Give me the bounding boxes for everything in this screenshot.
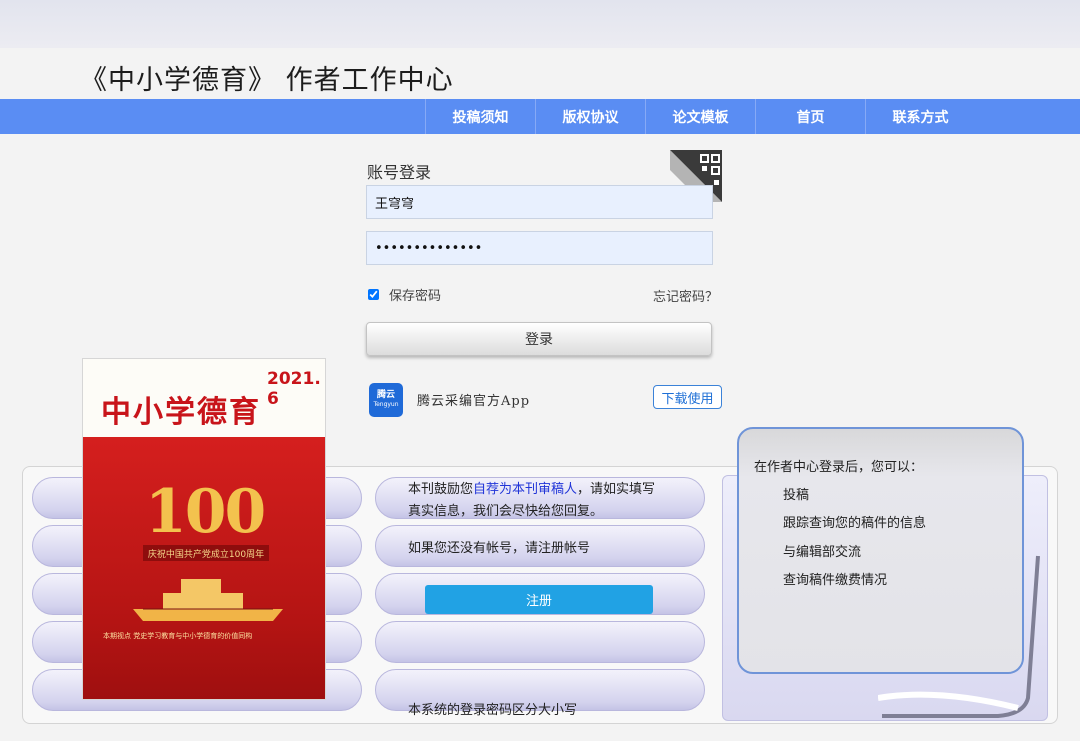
app-name: 腾云采编官方App [417,394,531,409]
nav-paper-template[interactable]: 论文模板 [645,99,755,134]
red-boat-icon [133,579,283,621]
login-heading: 账号登录 [367,163,432,182]
nav-bar: 投稿须知 版权协议 论文模板 首页 联系方式 [0,99,1080,134]
site-title: 《中小学德育》 作者工作中心 [80,65,454,96]
cover-100: 100 [145,477,266,547]
nav-contact[interactable]: 联系方式 [865,99,975,134]
info-item-communicate: 与编辑部交流 [783,545,862,560]
cover-title: 中小学德育 [101,395,261,430]
invite-prefix: 本刊鼓励您 [408,482,474,497]
case-sensitive-note: 本系统的登录密码区分大小写 [408,703,578,718]
cover-caption: 庆祝中国共产党成立100周年 [143,545,269,561]
nav-home[interactable]: 首页 [755,99,865,134]
nav-submission-guide[interactable]: 投稿须知 [425,99,535,134]
remember-checkbox[interactable] [368,289,379,300]
forgot-password-link[interactable]: 忘记密码？ [653,286,718,305]
info-item-fees: 查询稿件缴费情况 [783,573,888,588]
info-item-submit: 投稿 [783,488,810,503]
register-button[interactable]: 注册 [425,585,653,614]
nav-copyright[interactable]: 版权协议 [535,99,645,134]
tengyun-app-icon: 腾云 Tengyun [369,383,403,417]
username-input[interactable] [366,185,713,219]
remember-label: 保存密码 [389,289,442,304]
remember-password[interactable]: 保存密码 [368,285,441,304]
app-logo-text: 腾云 [376,390,395,400]
reviewer-invite: 本刊鼓励您自荐为本刊审稿人，请如实填写 真实信息，我们会尽快给您回复。 [408,479,655,523]
login-button[interactable]: 登录 [366,322,712,356]
info-item-track: 跟踪查询您的稿件的信息 [783,516,927,531]
magazine-cover: 中小学德育 2021. 6 100 庆祝中国共产党成立100周年 本期视点 党史… [82,358,326,700]
app-logo-sub: Tengyun [373,401,399,408]
decor-bar [375,621,705,663]
no-account-text: 如果您还没有帐号，请注册帐号 [408,541,591,556]
reviewer-link[interactable]: 自荐为本刊审稿人 [473,482,577,497]
password-input[interactable] [366,231,713,265]
cover-issue: 2021. 6 [267,369,321,409]
cover-focus: 本期视点 党史学习教育与中小学德育的价值同构 [103,632,253,640]
invite-suffix: ，请如实填写 [577,482,656,497]
download-app-button[interactable]: 下载使用 [653,385,722,409]
invite-line2: 真实信息，我们会尽快给您回复。 [408,504,604,519]
top-band [0,0,1080,48]
info-panel-title: 在作者中心登录后，您可以： [754,460,924,475]
